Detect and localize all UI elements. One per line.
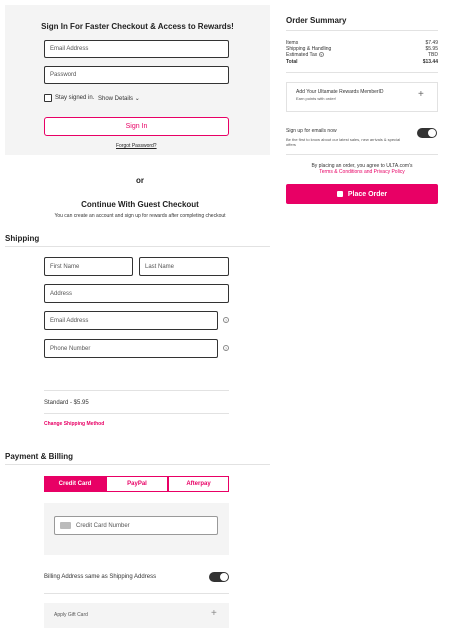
tab-afterpay-label: Afterpay: [186, 481, 211, 487]
order-summary-title: Order Summary: [286, 16, 347, 25]
shipping-method-divider: [44, 390, 229, 391]
tab-afterpay[interactable]: Afterpay: [168, 476, 229, 492]
billing-same-label: Billing Address same as Shipping Address: [44, 574, 157, 580]
signin-title: Sign In For Faster Checkout & Access to …: [41, 22, 234, 31]
gift-card-plus-icon: +: [211, 608, 217, 619]
payment-section-title: Payment & Billing: [5, 452, 74, 461]
place-order-label: Place Order: [347, 190, 388, 198]
signin-button[interactable]: Sign In: [44, 117, 229, 136]
last-name-input[interactable]: Last Name: [139, 257, 229, 276]
summary-tax-value: TBD: [428, 52, 438, 58]
tab-paypal[interactable]: PayPal: [106, 476, 168, 492]
credit-card-icon: [60, 522, 71, 529]
billing-divider: [44, 593, 229, 594]
tab-paypal-label: PayPal: [127, 481, 147, 487]
change-shipping-method-link[interactable]: Change Shipping Method: [44, 421, 104, 427]
show-details-link[interactable]: Show Details ⌄: [98, 95, 140, 102]
rewards-plus-icon: +: [418, 89, 424, 100]
shipping-section-title: Shipping: [5, 234, 40, 243]
summary-total-divider: [286, 72, 438, 73]
summary-tax-label: Estimated Tax ?: [286, 52, 324, 58]
emails-signup-toggle[interactable]: [417, 128, 437, 138]
emails-divider: [286, 154, 438, 155]
credit-card-number-placeholder: Credit Card Number: [76, 522, 130, 529]
lock-icon: [336, 191, 343, 197]
address-placeholder: Address: [50, 290, 73, 297]
summary-total-value: $13.44: [422, 59, 438, 65]
or-divider-text: or: [136, 176, 144, 185]
shipping-method-divider-2: [44, 413, 229, 414]
summary-divider: [286, 30, 438, 31]
signin-password-input[interactable]: Password: [44, 66, 229, 84]
summary-total-label: Total: [286, 59, 298, 65]
emails-signup-subtitle: Be the first to know about our latest sa…: [286, 137, 401, 147]
shipping-email-input[interactable]: Email Address: [44, 311, 218, 330]
signin-email-placeholder: Email Address: [50, 46, 89, 52]
shipping-method-text: Standard - $5.95: [44, 400, 89, 406]
guest-checkout-title: Continue With Guest Checkout: [81, 200, 199, 209]
email-help-icon[interactable]: ?: [223, 317, 229, 323]
chevron-down-icon: ⌄: [134, 96, 140, 102]
address-input[interactable]: Address: [44, 284, 229, 303]
summary-tax-text: Estimated Tax: [286, 52, 318, 58]
phone-placeholder: Phone Number: [50, 345, 91, 352]
first-name-input[interactable]: First Name: [44, 257, 133, 276]
rewards-subtitle: Earn points with order!: [296, 96, 337, 101]
signin-password-placeholder: Password: [50, 72, 77, 78]
phone-help-icon[interactable]: ?: [223, 345, 229, 351]
billing-same-toggle[interactable]: [209, 572, 229, 582]
phone-input[interactable]: Phone Number: [44, 339, 218, 358]
place-order-button[interactable]: Place Order: [286, 184, 438, 204]
tax-help-icon[interactable]: ?: [318, 52, 324, 58]
credit-card-number-input[interactable]: Credit Card Number: [54, 516, 218, 535]
signin-button-label: Sign In: [125, 123, 148, 130]
tab-credit-card[interactable]: Credit Card: [44, 476, 106, 492]
emails-signup-title: Sign up for emails now: [286, 128, 337, 134]
payment-divider: [5, 464, 270, 465]
last-name-placeholder: Last Name: [145, 263, 175, 270]
tab-credit-card-label: Credit Card: [58, 481, 92, 487]
guest-checkout-subtitle: You can create an account and sign up fo…: [54, 213, 226, 219]
shipping-email-placeholder: Email Address: [50, 317, 89, 324]
forgot-password-link[interactable]: Forgot Password?: [116, 143, 157, 149]
stay-signed-in-checkbox[interactable]: [44, 94, 52, 102]
terms-privacy-links[interactable]: Terms & Conditions and Privacy Policy: [286, 169, 438, 175]
first-name-placeholder: First Name: [50, 263, 80, 270]
shipping-divider: [5, 246, 270, 247]
rewards-title: Add Your Ultamate Rewards MemberID: [296, 89, 384, 95]
show-details-label: Show Details: [98, 96, 134, 102]
signin-email-input[interactable]: Email Address: [44, 40, 229, 58]
stay-signed-in-label: Stay signed in.: [55, 95, 95, 101]
gift-card-label: Apply Gift Card: [54, 612, 88, 618]
